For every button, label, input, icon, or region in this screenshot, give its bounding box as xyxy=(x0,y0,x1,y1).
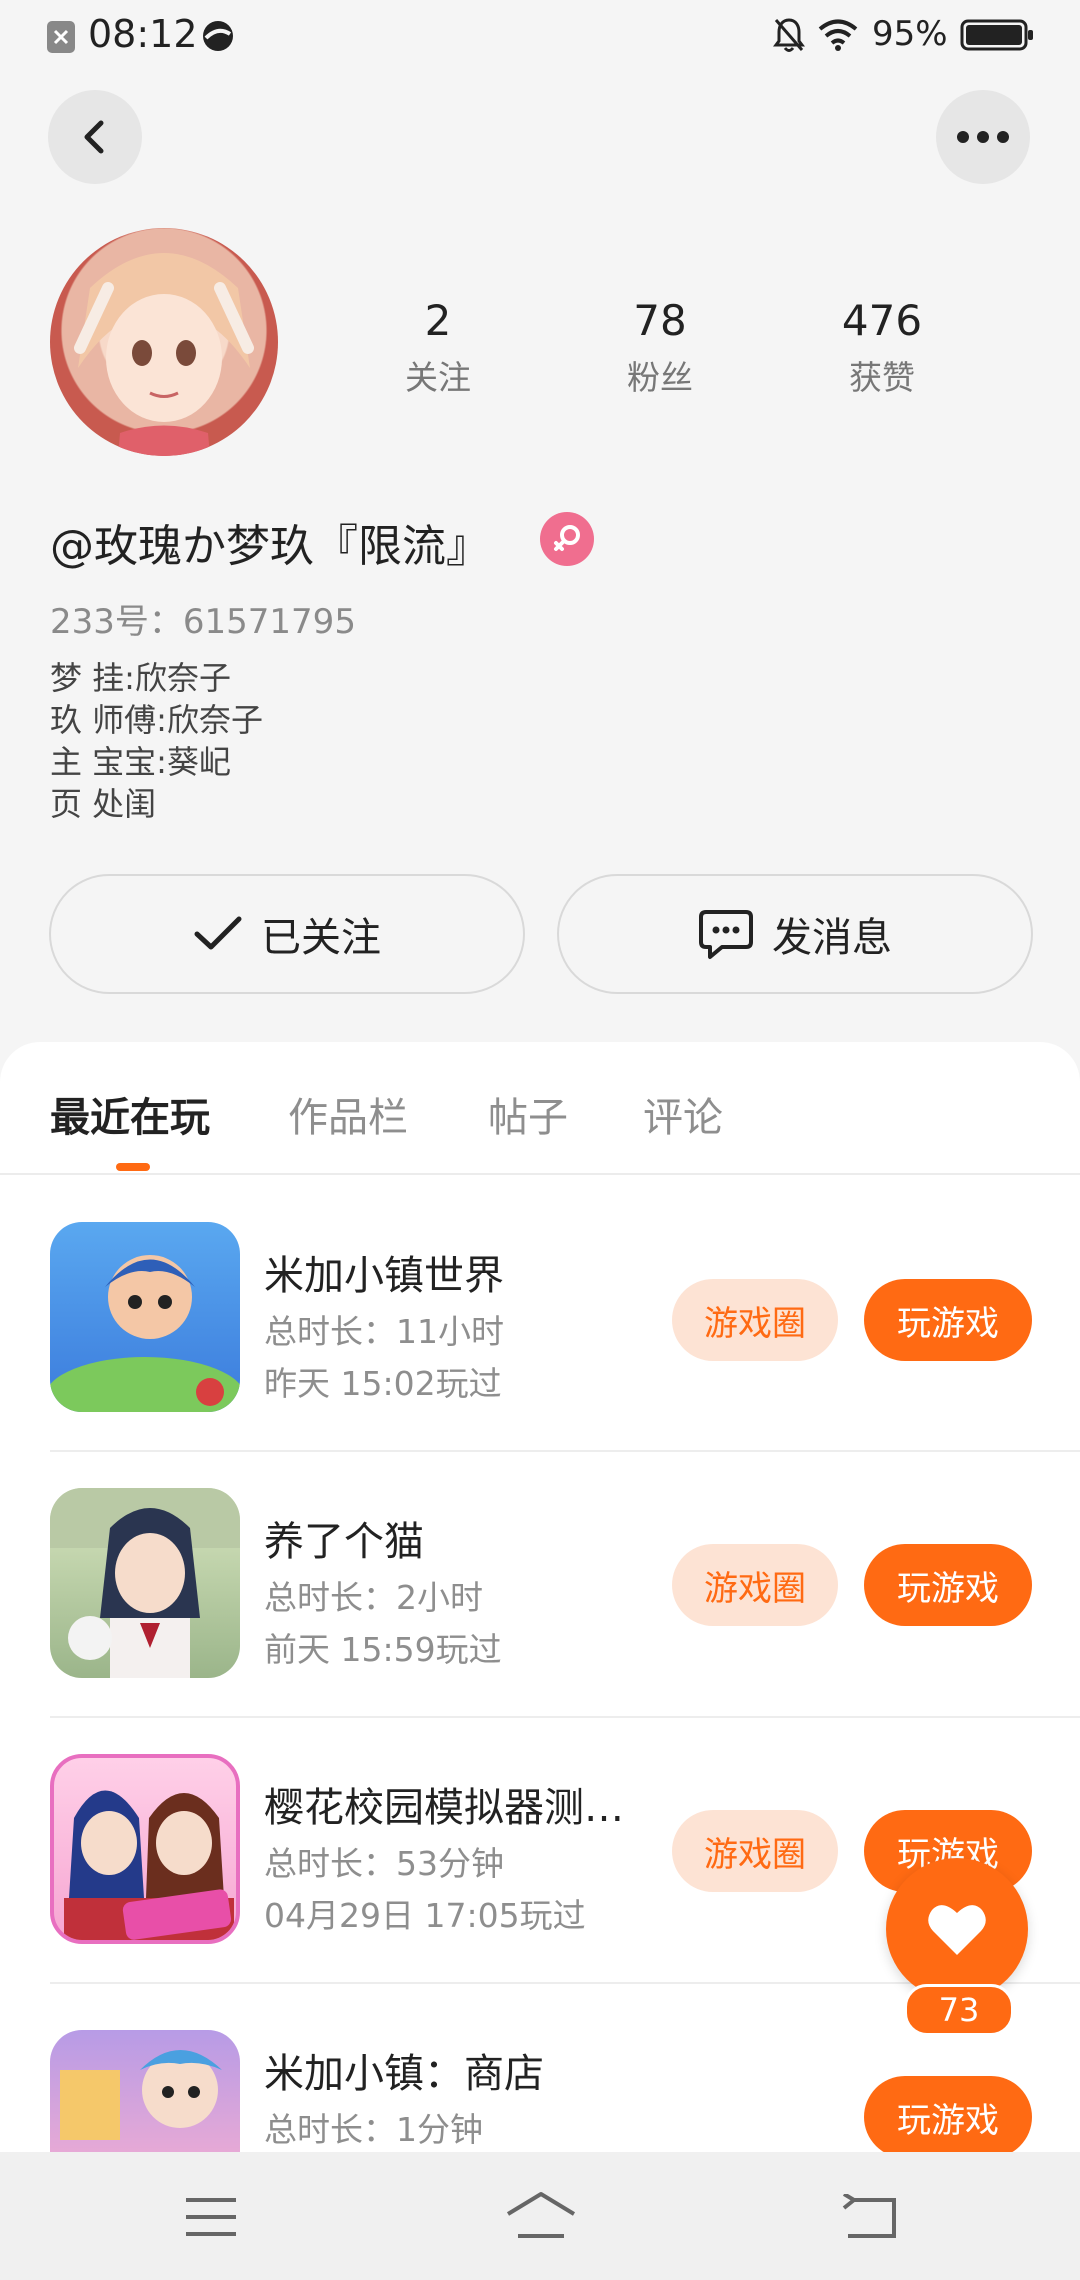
game-title: 米加小镇：商店 xyxy=(264,2051,544,2097)
avatar-illustration xyxy=(74,253,254,456)
game-duration: 总时长：1分钟 xyxy=(264,2110,483,2149)
stat-followers[interactable]: 78 粉丝 xyxy=(570,296,750,399)
stat-value: 476 xyxy=(841,296,923,345)
play-game-button[interactable]: 玩游戏 xyxy=(864,1544,1032,1626)
game-icon[interactable] xyxy=(50,2030,240,2152)
game-last-played: 前天 15:59玩过 xyxy=(264,1630,502,1669)
play-game-button[interactable]: 玩游戏 xyxy=(864,1279,1032,1361)
stat-label: 关注 xyxy=(405,358,471,397)
game-art xyxy=(50,1488,240,1678)
game-icon[interactable] xyxy=(50,1754,240,1944)
game-art xyxy=(60,2050,222,2140)
stat-label: 获赞 xyxy=(849,358,915,397)
game-circle-button[interactable]: 游戏圈 xyxy=(672,1544,838,1626)
game-duration: 总时长：11小时 xyxy=(264,1312,504,1351)
row-divider xyxy=(50,1450,1080,1452)
home-icon[interactable] xyxy=(504,2190,578,2242)
system-nav-bar xyxy=(0,2152,1080,2280)
game-title: 樱花校园模拟器测… xyxy=(264,1785,624,1831)
stat-label: 粉丝 xyxy=(627,358,693,397)
bio-line: 玖 师傅:欣奈子 xyxy=(50,701,263,739)
tab-comments[interactable]: 评论 xyxy=(643,1085,723,1143)
back-button[interactable] xyxy=(48,90,142,184)
more-button[interactable] xyxy=(936,90,1030,184)
stat-following[interactable]: 2 关注 xyxy=(348,296,528,399)
game-icon[interactable] xyxy=(50,1488,240,1678)
avatar[interactable] xyxy=(50,228,278,456)
message-button[interactable]: 发消息 xyxy=(557,874,1033,994)
status-time: 08:12 xyxy=(88,12,198,56)
battery-percent: 95% xyxy=(872,14,948,54)
gender-female-badge xyxy=(540,512,594,566)
stat-value: 2 xyxy=(424,296,452,345)
followed-button[interactable]: 已关注 xyxy=(49,874,525,994)
stat-likes[interactable]: 476 获赞 xyxy=(792,296,972,399)
tab-divider xyxy=(0,1173,1080,1175)
user-bio: 梦 挂:欣奈子 玖 师傅:欣奈子 主 宝宝:葵屺 页 处闺 xyxy=(50,657,263,825)
game-art xyxy=(50,1255,240,1412)
battery-icon xyxy=(960,19,1033,51)
tab-posts[interactable]: 帖子 xyxy=(488,1085,568,1143)
like-count-badge: 73 xyxy=(904,1984,1014,2036)
followed-label: 已关注 xyxy=(261,915,381,961)
wifi-icon xyxy=(818,19,858,51)
check-icon xyxy=(194,916,242,950)
tab-recent-played[interactable]: 最近在玩 xyxy=(50,1085,210,1143)
play-game-button[interactable]: 玩游戏 xyxy=(864,2076,1032,2158)
message-label: 发消息 xyxy=(772,915,892,961)
user-name: @玫瑰か梦玖『限流』 xyxy=(50,521,490,572)
tab-works[interactable]: 作品栏 xyxy=(288,1085,408,1143)
bio-line: 主 宝宝:葵屺 xyxy=(50,743,231,781)
chevron-left-icon xyxy=(84,120,104,154)
game-art xyxy=(64,1790,234,1940)
stat-value: 78 xyxy=(633,296,687,345)
bio-line: 梦 挂:欣奈子 xyxy=(50,659,231,697)
user-id: 233号：61571795 xyxy=(50,602,356,642)
more-dots-icon xyxy=(957,131,1009,143)
heart-icon xyxy=(928,1905,986,1955)
game-title: 米加小镇世界 xyxy=(264,1253,504,1299)
game-duration: 总时长：2小时 xyxy=(264,1578,483,1617)
game-circle-button[interactable]: 游戏圈 xyxy=(672,1810,838,1892)
notification-icon xyxy=(203,21,233,51)
row-divider xyxy=(50,1716,1080,1718)
sim-off-icon xyxy=(47,21,75,53)
bio-line: 页 处闺 xyxy=(50,785,157,823)
like-fab-button[interactable] xyxy=(886,1858,1028,2000)
tab-indicator xyxy=(116,1163,150,1171)
game-icon[interactable] xyxy=(50,1222,240,1412)
game-duration: 总时长：53分钟 xyxy=(264,1844,504,1883)
menu-icon[interactable] xyxy=(184,2196,238,2238)
game-last-played: 04月29日 17:05玩过 xyxy=(264,1896,586,1935)
game-circle-button[interactable]: 游戏圈 xyxy=(672,1279,838,1361)
bell-off-icon xyxy=(773,18,805,52)
game-title: 养了个猫 xyxy=(264,1519,424,1565)
status-bar: 08:12 95% xyxy=(0,0,1080,70)
female-icon xyxy=(554,525,580,551)
back-nav-icon[interactable] xyxy=(840,2194,898,2240)
game-last-played: 昨天 15:02玩过 xyxy=(264,1364,502,1403)
chat-bubble-icon xyxy=(699,910,753,959)
